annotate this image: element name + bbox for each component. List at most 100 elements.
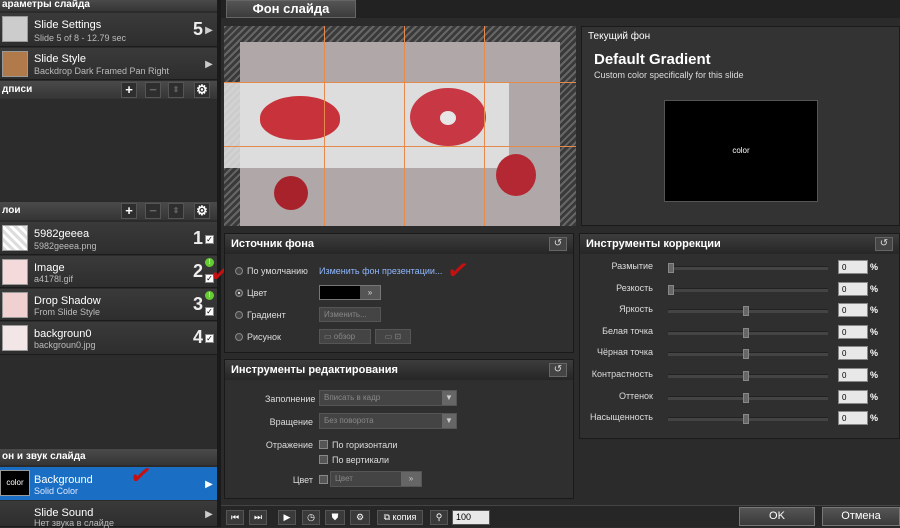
background-subtitle: Solid Color [34,486,79,496]
correction-value-input[interactable]: 0 [838,303,868,318]
layer-visible-checkbox[interactable]: ✓ [205,334,214,343]
radio-image[interactable] [235,333,243,341]
correction-value-input[interactable]: 0 [838,389,868,404]
zoom-icon[interactable]: ⚲ [430,510,448,525]
layer-visible-checkbox[interactable]: ✓ [205,307,214,316]
next-slide-icon[interactable]: ⏭ [249,510,267,525]
chevron-right-icon: » [360,286,380,299]
slide-style-item[interactable]: Slide Style Backdrop Dark Framed Pan Rig… [0,48,217,80]
color-select[interactable]: Цвет » [330,471,422,487]
slide-settings-icon [2,16,28,42]
gear-icon[interactable]: ⚙ [350,510,370,525]
vertical-label: По вертикали [332,455,390,465]
correction-value-input[interactable]: 0 [838,324,868,339]
layer-thumb [2,292,28,318]
percent-label: % [870,262,879,272]
timer-icon[interactable]: ◷ [302,510,320,525]
slider-knob[interactable] [668,284,674,295]
correction-label: Контрастность [591,369,653,379]
correction-slider[interactable] [668,306,828,317]
correction-value-input[interactable]: 0 [838,411,868,426]
rotation-select[interactable]: Без поворота ▼ [319,413,457,429]
ok-button[interactable]: OK [739,507,815,526]
color-checkbox[interactable] [319,475,328,484]
chevron-down-icon: ▼ [442,391,456,405]
slide-params-header-label: араметры слайда [2,0,90,10]
image-options-button[interactable]: ▭ ⊡ [375,329,411,344]
correction-slider[interactable] [668,327,828,338]
browse-button[interactable]: ▭ обзор [319,329,371,344]
horizontal-checkbox[interactable] [319,440,328,449]
cancel-button[interactable]: Отмена [822,507,900,526]
edit-tools-title: Инструменты редактирования [231,364,398,376]
layer-visible-checkbox[interactable]: ✓ [205,235,214,244]
play-icon[interactable]: ▶ [278,510,296,525]
slide-preview[interactable] [224,26,576,226]
slider-knob[interactable] [743,414,749,425]
prev-slide-icon[interactable]: ⏮ [226,510,244,525]
slide-settings-item[interactable]: Slide Settings Slide 5 of 8 - 12.79 sec … [0,13,217,47]
correction-slider[interactable] [668,349,828,360]
reset-icon[interactable]: ↺ [549,363,567,377]
slider-knob[interactable] [743,327,749,338]
slide-number: 5 [192,19,203,39]
remove-caption-button[interactable]: − [145,82,161,98]
remove-layer-button[interactable]: − [145,203,161,219]
layer-item[interactable]: 5982geeea 5982geeea.png 1 ✓ [0,222,217,255]
grid-line [484,26,485,226]
slider-knob[interactable] [743,392,749,403]
percent-label: % [870,305,879,316]
reset-icon[interactable]: ↺ [549,237,567,251]
shield-icon[interactable]: ⛊ [325,510,345,525]
current-bg-panel: Текущий фон Default Gradient Custom colo… [581,26,900,226]
gradient-edit-button[interactable]: Изменить... [319,307,381,322]
correction-value-input[interactable]: 0 [838,368,868,382]
layer-item[interactable]: Drop Shadow From Slide Style 3 ! ✓ [0,289,217,321]
correction-slider[interactable] [668,414,828,425]
slide-sound-item[interactable]: Slide Sound Нет звука в слайде ▶ [0,501,217,528]
layer-item[interactable]: Image a4178l.gif 2 ! ✓ [0,256,217,288]
layer-thumb [2,225,28,251]
correction-label: Насыщенность [589,412,653,423]
correction-slider[interactable] [668,392,828,403]
layers-header: лои + − ⇕ ⚙ [0,202,217,220]
change-presentation-bg-link[interactable]: Изменить фон презентации... [319,266,442,276]
reset-icon[interactable]: ↺ [875,237,893,251]
vertical-checkbox[interactable] [319,455,328,464]
correction-slider[interactable] [668,263,828,273]
reorder-layer-button[interactable]: ⇕ [168,203,184,219]
layer-gear-icon[interactable]: ⚙ [194,203,210,219]
correction-slider[interactable] [668,371,828,381]
slide-style-thumb [2,51,28,77]
correction-value-input[interactable]: 0 [838,281,868,296]
radio-default[interactable] [235,267,243,275]
fill-select[interactable]: Вписать в кадр ▼ [319,390,457,406]
radio-color[interactable] [235,289,243,297]
add-caption-button[interactable]: + [121,82,137,98]
fill-label: Заполнение [265,394,316,404]
reorder-caption-button[interactable]: ⇕ [168,82,184,98]
color-swatch-button[interactable]: » [319,285,381,300]
add-layer-button[interactable]: + [121,203,137,219]
zoom-input[interactable]: 100 [452,510,490,525]
slider-knob[interactable] [743,349,749,360]
background-thumb: color [0,470,30,496]
slider-knob[interactable] [668,263,674,273]
copy-button[interactable]: ⧉ копия [377,510,423,525]
bg-source-header: Источник фона [225,234,573,254]
caption-gear-icon[interactable]: ⚙ [194,82,210,98]
correction-value-input[interactable]: 0 [838,346,868,361]
correction-value-input[interactable]: 0 [838,260,868,274]
fill-value: Вписать в кадр [324,393,381,402]
background-item[interactable]: color Background Solid Color ▶ [0,467,217,500]
slider-knob[interactable] [743,306,749,317]
radio-gradient[interactable] [235,311,243,319]
slider-knob[interactable] [743,371,749,381]
slide-style-subtitle: Backdrop Dark Framed Pan Right [34,66,170,76]
correction-label: Белая точка [602,325,653,336]
layer-item[interactable]: backgroun0 backgroun0.jpg 4 ✓ [0,322,217,355]
edit-tools-header: Инструменты редактирования [225,360,573,380]
correction-slider[interactable] [668,284,828,295]
tab-slide-background[interactable]: Фон слайда [226,0,356,18]
correction-title: Инструменты коррекции [586,238,721,250]
